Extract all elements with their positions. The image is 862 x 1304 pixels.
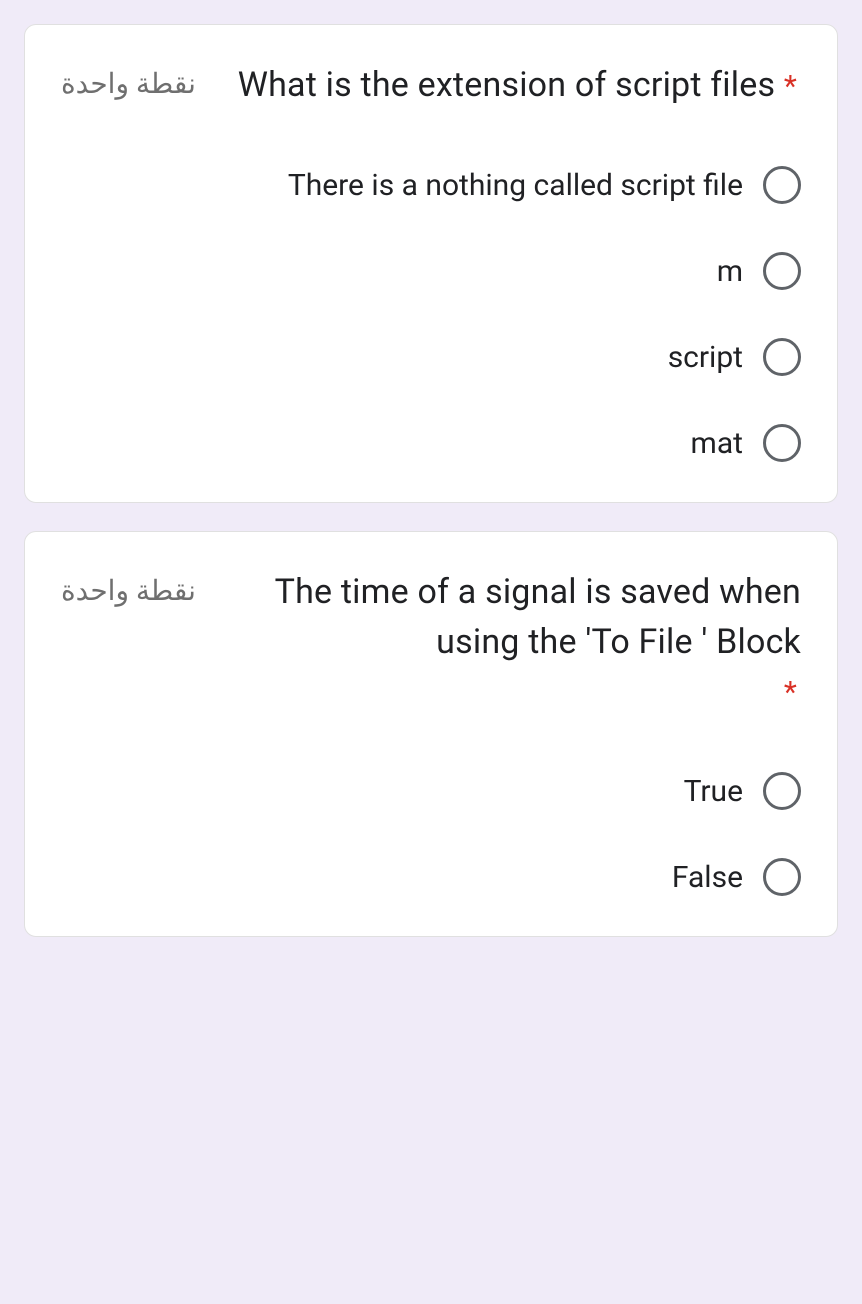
question-card: نقطة واحدة What is the extension of scri…: [24, 24, 838, 503]
required-mark: *: [784, 69, 797, 104]
question-header: نقطة واحدة The time of a signal is saved…: [61, 568, 801, 716]
radio-icon[interactable]: [763, 166, 801, 204]
option-label: script: [668, 340, 743, 375]
option-row[interactable]: There is a nothing called script file: [61, 166, 801, 204]
option-label: True: [684, 774, 743, 809]
radio-icon[interactable]: [763, 338, 801, 376]
question-card: نقطة واحدة The time of a signal is saved…: [24, 531, 838, 937]
option-row[interactable]: False: [61, 858, 801, 896]
points-label: نقطة واحدة: [61, 568, 196, 607]
question-title: The time of a signal is saved when using…: [275, 572, 801, 661]
radio-icon[interactable]: [763, 252, 801, 290]
question-text: What is the extension of script files *: [220, 61, 801, 110]
option-label: mat: [691, 426, 743, 461]
radio-icon[interactable]: [763, 424, 801, 462]
points-label: نقطة واحدة: [61, 61, 196, 100]
option-label: There is a nothing called script file: [288, 168, 743, 203]
option-row[interactable]: m: [61, 252, 801, 290]
option-label: m: [717, 254, 743, 289]
question-text: The time of a signal is saved when using…: [220, 568, 801, 716]
question-header: نقطة واحدة What is the extension of scri…: [61, 61, 801, 110]
question-title: What is the extension of script files: [238, 65, 776, 105]
option-row[interactable]: mat: [61, 424, 801, 462]
required-mark: *: [784, 675, 797, 710]
radio-icon[interactable]: [763, 772, 801, 810]
options-group: True False: [61, 772, 801, 896]
options-group: There is a nothing called script file m …: [61, 166, 801, 462]
radio-icon[interactable]: [763, 858, 801, 896]
option-row[interactable]: script: [61, 338, 801, 376]
option-row[interactable]: True: [61, 772, 801, 810]
option-label: False: [672, 860, 743, 895]
